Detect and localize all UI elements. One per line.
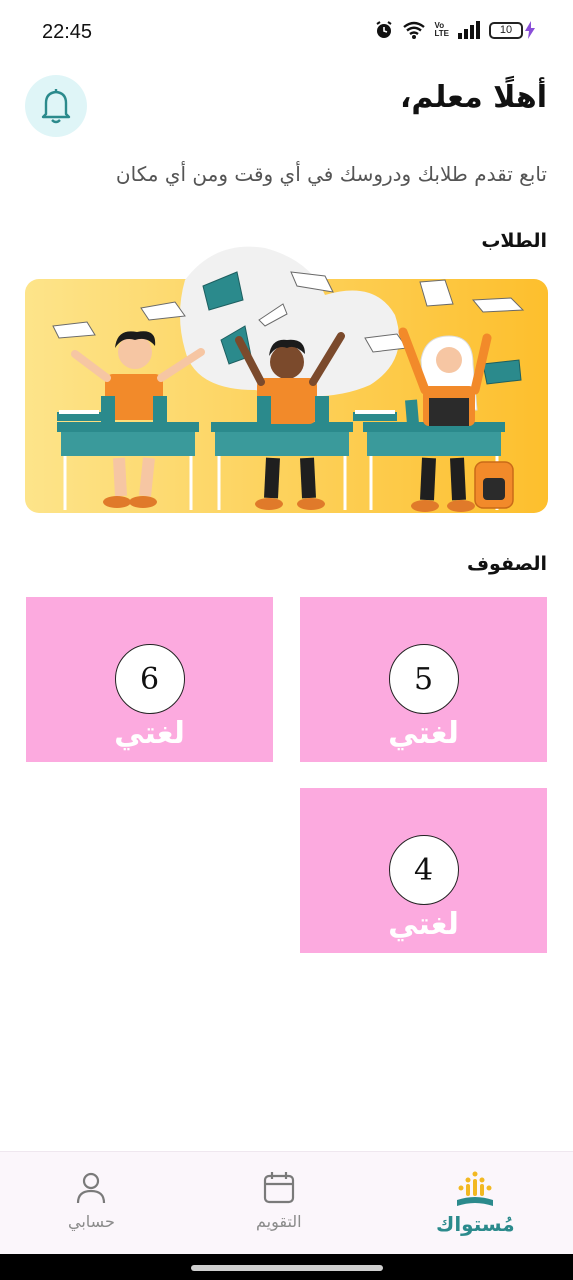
user-icon [77, 1172, 106, 1204]
classes-section-title: الصفوف [466, 553, 547, 575]
status-icons: Vo LTE 10 [374, 20, 535, 40]
page-title: أهلًا معلم، [400, 80, 547, 115]
nav-item-home[interactable]: مُستواك [436, 1170, 515, 1236]
nav-label-home: مُستواك [436, 1212, 515, 1236]
wifi-icon [403, 21, 426, 39]
class-subject-label: لغتي [388, 907, 459, 942]
bell-icon [41, 89, 71, 124]
class-grade-number: 5 [388, 644, 459, 714]
home-indicator[interactable] [191, 1265, 383, 1271]
class-subject-label: لغتي [114, 716, 185, 751]
battery-indicator: 10 [489, 21, 535, 39]
notifications-button[interactable] [25, 75, 87, 137]
charging-icon [525, 21, 535, 39]
class-card-5[interactable]: 5 لغتي [300, 597, 547, 762]
class-card-6[interactable]: 6 لغتي [26, 597, 273, 762]
alarm-icon [376, 21, 393, 38]
class-grade-number: 4 [388, 835, 459, 905]
battery-level: 10 [489, 21, 523, 39]
page-subtitle: تابع تقدم طلابك ودروسك في أي وقت ومن أي … [115, 162, 547, 186]
students-illustration[interactable] [25, 240, 548, 516]
nav-item-calendar[interactable]: التقويم [256, 1170, 302, 1231]
class-grade-number: 6 [114, 644, 185, 714]
status-bar: 22:45 Vo LTE 10 [0, 0, 573, 64]
class-card-4[interactable]: 4 لغتي [300, 788, 547, 953]
volte-icon: Vo LTE [434, 21, 449, 38]
class-subject-label: لغتي [388, 716, 459, 751]
nav-label-account: حسابي [68, 1212, 115, 1231]
system-home-bar [0, 1254, 573, 1280]
nav-label-calendar: التقويم [256, 1212, 302, 1231]
app-screen: 22:45 Vo LTE 10 أهلًا معلم، تابع تقدم طل… [0, 0, 573, 1280]
nav-item-account[interactable]: حسابي [68, 1170, 115, 1231]
bottom-navigation: مُستواك التقويم حسابي [0, 1151, 573, 1254]
status-time: 22:45 [42, 21, 93, 43]
signal-icon [458, 21, 480, 39]
calendar-icon [263, 1172, 294, 1204]
mustawak-logo-icon [457, 1171, 494, 1206]
